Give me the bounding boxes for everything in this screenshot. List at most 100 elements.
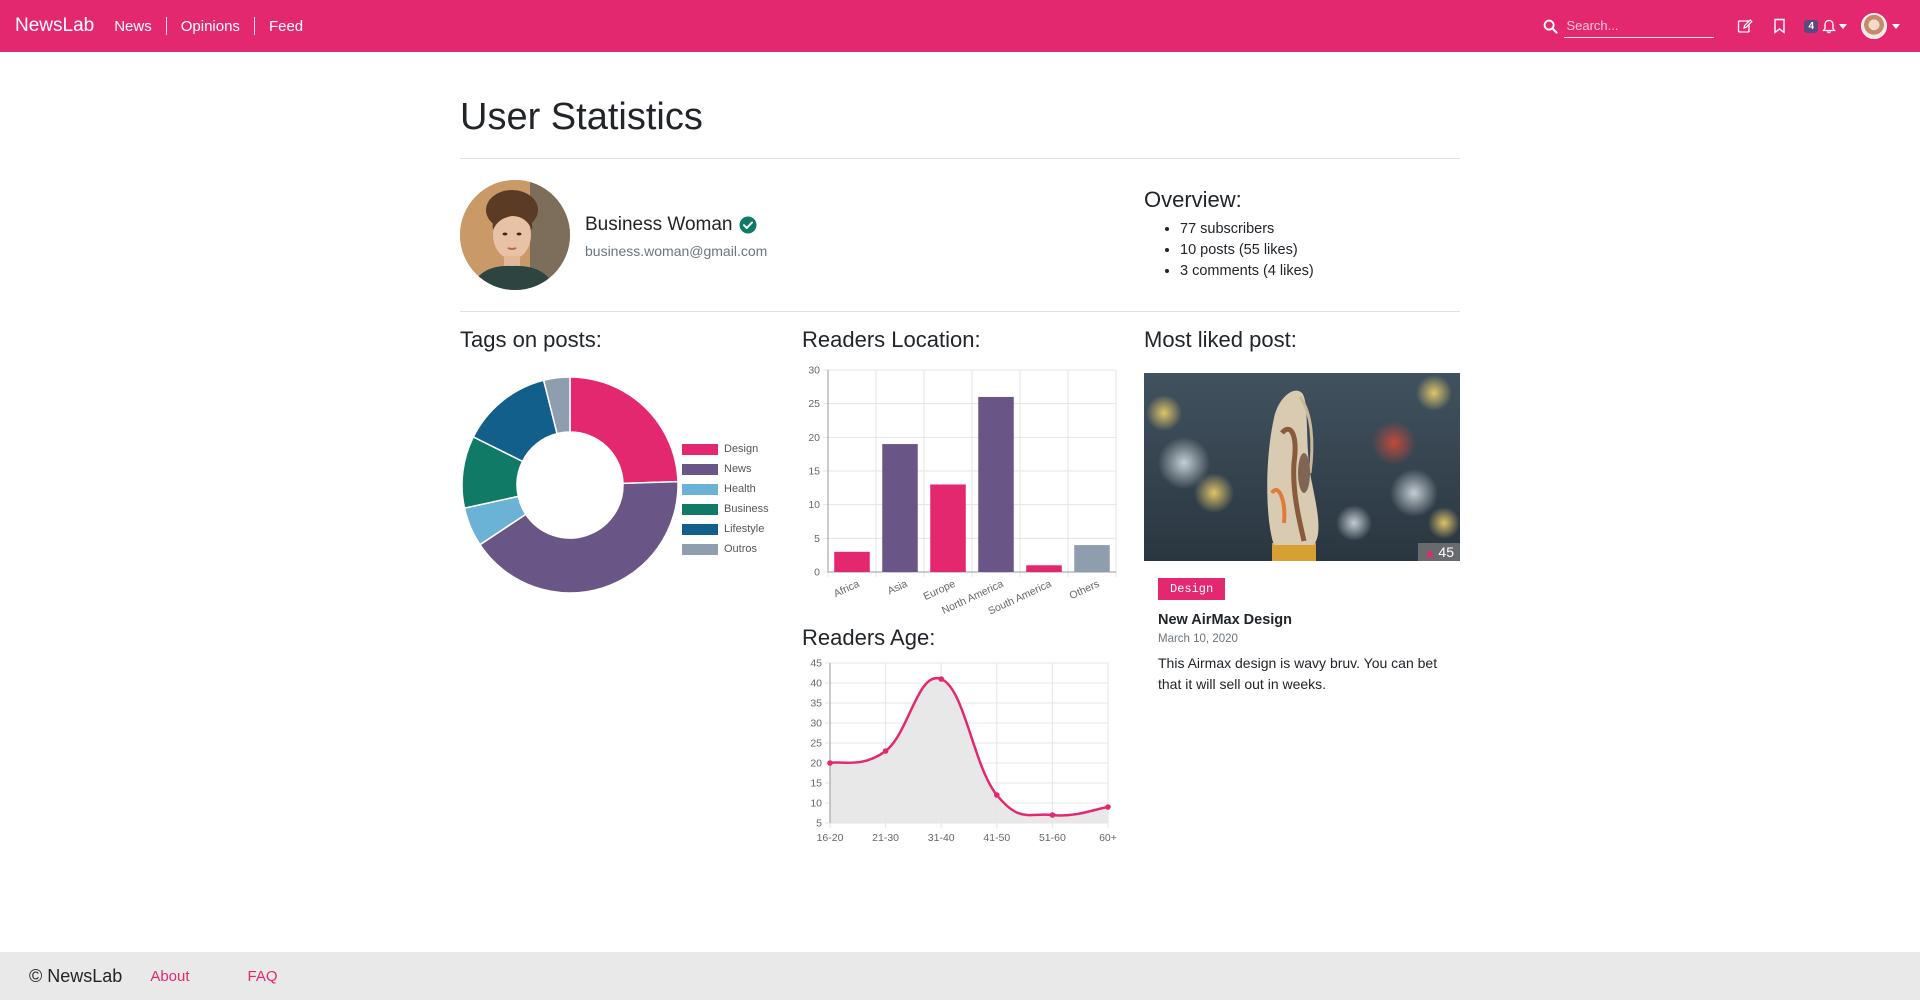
bar-europe[interactable] xyxy=(930,484,966,572)
legend-swatch xyxy=(682,443,718,455)
y-tick-label: 30 xyxy=(808,365,820,377)
page-title: User Statistics xyxy=(460,96,703,138)
footer-link-faq[interactable]: FAQ xyxy=(248,968,278,985)
legend-label: Design xyxy=(724,443,759,455)
stats-section: Tags on posts: Design News Health Business L… xyxy=(460,312,1460,942)
age-chart-panel: Readers Age: 5 10 15 20 25 30 35 40 45 16-20 21-30… xyxy=(802,625,1122,844)
profile-name: Business Woman xyxy=(585,214,733,235)
x-tick-label: 41-50 xyxy=(983,832,1010,844)
brand-logo[interactable]: NewsLab xyxy=(15,15,94,37)
y-tick-label: 30 xyxy=(810,718,822,730)
bar-south-america[interactable] xyxy=(1026,565,1062,572)
likes-count: 45 xyxy=(1438,544,1454,560)
x-tick-label: 31-40 xyxy=(928,832,955,844)
legend-item-design[interactable]: Design xyxy=(682,439,769,459)
footer-brand: © NewsLab xyxy=(29,965,123,986)
y-tick-label: 40 xyxy=(810,678,822,690)
main-content: User Statistics Business Woman business.… xyxy=(460,52,1460,942)
nav-link-news[interactable]: News xyxy=(100,18,166,35)
top-navbar: NewsLab News Opinions Feed 4 xyxy=(0,0,1920,52)
y-tick-label: 45 xyxy=(810,658,822,670)
search-icon[interactable] xyxy=(1543,19,1559,34)
y-tick-label: 0 xyxy=(814,567,820,579)
profile-name-row: Business Woman xyxy=(585,214,757,236)
profile-photo xyxy=(460,180,570,290)
most-liked-panel: Most liked post: ▲ 45 Design New AirMax … xyxy=(1144,327,1460,747)
y-tick-label: 5 xyxy=(816,818,822,830)
x-tick-label: Others xyxy=(1068,578,1102,602)
post-title[interactable]: New AirMax Design xyxy=(1158,612,1292,628)
y-tick-label: 5 xyxy=(814,533,820,545)
legend-swatch xyxy=(682,463,718,475)
legend-item-news[interactable]: News xyxy=(682,459,769,479)
legend-item-lifestyle[interactable]: Lifestyle xyxy=(682,519,769,539)
age-chart-title: Readers Age: xyxy=(802,625,936,650)
post-image[interactable]: ▲ 45 xyxy=(1144,373,1460,561)
age-area-chart: 5 10 15 20 25 30 35 40 45 16-20 21-30 31-40 41-50 51-… xyxy=(810,658,1117,845)
legend-item-business[interactable]: Business xyxy=(682,499,769,519)
search-box xyxy=(1543,14,1715,38)
y-tick-label: 15 xyxy=(810,778,822,790)
data-point-41-50[interactable] xyxy=(994,792,1000,798)
x-tick-label: 21-30 xyxy=(872,832,899,844)
bar-north-america[interactable] xyxy=(978,396,1014,572)
data-point-31-40[interactable] xyxy=(938,676,944,682)
search-input[interactable] xyxy=(1564,14,1715,38)
verified-check-icon xyxy=(739,216,757,234)
user-menu[interactable] xyxy=(1861,13,1900,39)
y-tick-label: 20 xyxy=(810,758,822,770)
edit-icon[interactable] xyxy=(1735,16,1755,36)
chevron-down-icon xyxy=(1839,23,1847,29)
legend-swatch xyxy=(682,503,718,515)
overview-title: Overview: xyxy=(1144,187,1242,212)
y-tick-label: 10 xyxy=(810,798,822,810)
bell-icon xyxy=(1822,19,1836,34)
post-tag[interactable]: Design xyxy=(1158,578,1226,600)
bar-africa[interactable] xyxy=(834,551,870,572)
legend-item-outros[interactable]: Outros xyxy=(682,539,769,559)
legend-label: Outros xyxy=(724,543,758,555)
location-bar-chart: 051015202530Africa Asia EuropeNorth Americ… xyxy=(808,365,1117,618)
post-date: March 10, 2020 xyxy=(1158,633,1238,645)
nav-link-feed[interactable]: Feed xyxy=(255,18,317,35)
nav-link-opinions[interactable]: Opinions xyxy=(167,18,254,35)
y-tick-label: 10 xyxy=(808,499,820,511)
chevron-up-icon: ▲ xyxy=(1423,544,1437,560)
profile-section: Business Woman business.woman@gmail.com … xyxy=(460,159,1460,311)
notification-count-badge: 4 xyxy=(1804,19,1818,33)
overview-subscribers: 77 subscribers xyxy=(1180,219,1460,240)
most-liked-title: Most liked post: xyxy=(1144,327,1297,352)
donut-slice-design[interactable] xyxy=(569,376,679,485)
bookmark-icon[interactable] xyxy=(1769,16,1789,36)
x-tick-label: Africa xyxy=(832,578,862,600)
y-tick-label: 20 xyxy=(808,432,820,444)
data-point-51-60[interactable] xyxy=(1049,812,1056,818)
overview-list: 77 subscribers 10 posts (55 likes) 3 com… xyxy=(1180,219,1460,282)
legend-item-health[interactable]: Health xyxy=(682,479,769,499)
data-point-21-30[interactable] xyxy=(882,748,889,754)
legend-label: Lifestyle xyxy=(724,523,765,535)
legend-label: Health xyxy=(724,483,756,495)
avatar xyxy=(1861,13,1887,39)
legend-label: News xyxy=(724,463,752,475)
x-tick-label: 60+ xyxy=(1099,832,1117,844)
footer: © NewsLab About FAQ xyxy=(0,952,1920,1000)
legend-swatch xyxy=(682,543,718,555)
location-chart-panel: Readers Location: 0 5 10 15 20 25 30 Africa Asia… xyxy=(802,327,1122,618)
y-tick-label: 25 xyxy=(808,398,820,410)
y-tick-label: 35 xyxy=(810,698,822,710)
footer-link-about[interactable]: About xyxy=(150,968,189,985)
bar-others[interactable] xyxy=(1074,545,1110,572)
overview-panel: Overview: 77 subscribers 10 posts (55 li… xyxy=(1144,187,1460,282)
chevron-down-icon xyxy=(1892,23,1900,29)
tags-donut-chart xyxy=(461,376,679,594)
y-tick-label: 25 xyxy=(810,738,822,750)
data-point-16-20[interactable] xyxy=(827,760,833,766)
bar-asia[interactable] xyxy=(882,444,918,572)
likes-badge: ▲ 45 xyxy=(1417,543,1460,561)
x-tick-label: 51-60 xyxy=(1039,832,1066,844)
notifications-menu[interactable]: 4 xyxy=(1804,19,1847,34)
tags-chart-panel: Tags on posts: Design News Health Business L… xyxy=(460,327,780,594)
tags-chart-legend: Design News Health Business Lifestyle Outros xyxy=(682,439,769,559)
data-point-60+[interactable] xyxy=(1105,804,1111,810)
